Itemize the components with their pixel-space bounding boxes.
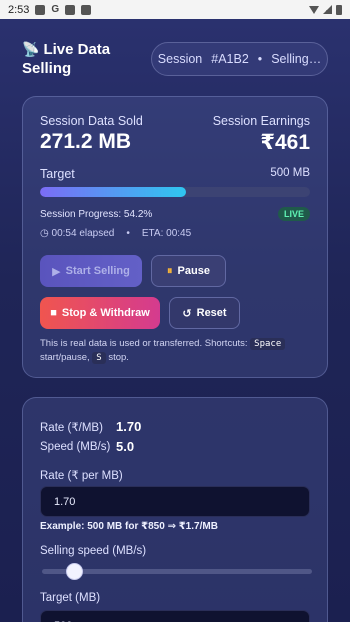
timing-separator: • <box>126 228 130 239</box>
google-icon: G <box>51 4 60 15</box>
stop-withdraw-button[interactable]: ■ Stop & Withdraw <box>40 297 160 329</box>
target-input[interactable] <box>40 610 310 622</box>
space-key: Space <box>250 338 286 350</box>
app-icon <box>65 4 76 15</box>
speed-slider-label: Selling speed (MB/s) <box>40 545 147 557</box>
session-label: Session <box>157 52 203 66</box>
status-bar-right <box>309 4 342 15</box>
speed-stat-row: Speed (MB/s) 5.0 <box>40 439 134 454</box>
elapsed-text: 00:54 elapsed <box>51 228 115 239</box>
pause-icon: ⏸ <box>167 264 173 277</box>
note-suffix: stop. <box>108 352 129 363</box>
elapsed-time: ◷ 00:54 elapsed <box>40 228 114 239</box>
speed-stat-label: Speed (MB/s) <box>40 440 111 453</box>
target-value: 500 MB <box>270 167 310 179</box>
status-bar-left: 2:53 G <box>8 3 92 16</box>
target-label: Target <box>40 167 75 181</box>
summary-labels-row: Session Data Sold Session Earnings <box>40 114 310 128</box>
status-time: 2:53 <box>8 3 30 16</box>
note-prefix: This is real data is used or transferred… <box>40 338 248 349</box>
session-status-pill[interactable]: Session #A1B2 • Selling… <box>151 42 328 76</box>
rate-input[interactable] <box>40 486 310 517</box>
rate-stat-label: Rate (₹/MB) <box>40 421 103 434</box>
start-selling-label: Start Selling <box>65 265 130 277</box>
reset-button[interactable]: ↺ Reset <box>169 297 240 329</box>
summary-values-row: 271.2 MB ₹461 <box>40 130 310 155</box>
target-field-label: Target (MB) <box>40 592 101 604</box>
shortcuts-note: This is real data is used or transferred… <box>40 337 303 365</box>
pause-button[interactable]: ⏸ Pause <box>151 255 226 287</box>
page-title: 📡 Live Data Selling <box>22 40 132 78</box>
play-icon: ▶ <box>52 265 61 278</box>
progress-text: Session Progress: 54.2% <box>40 208 153 220</box>
s-key: S <box>92 352 106 364</box>
reset-label: Reset <box>196 307 227 319</box>
reset-icon: ↺ <box>182 307 192 320</box>
app-header: 📡 Live Data Selling Session #A1B2 • Selli… <box>22 40 328 78</box>
clock-icon: ◷ <box>40 228 49 239</box>
signal-icon <box>323 5 332 14</box>
rate-stat-value: 1.70 <box>116 419 142 434</box>
data-sold-label: Session Data Sold <box>40 114 143 128</box>
timing-row: ◷ 00:54 elapsed • ETA: 00:45 <box>40 228 310 239</box>
image-icon <box>35 4 46 15</box>
wifi-icon <box>309 5 319 14</box>
speed-stat-value: 5.0 <box>116 439 135 454</box>
stop-withdraw-label: Stop & Withdraw <box>61 307 150 319</box>
pause-label: Pause <box>177 265 210 277</box>
session-summary-card: Session Data Sold Session Earnings 271.2… <box>22 96 328 378</box>
rate-stat-row: Rate (₹/MB) 1.70 <box>40 419 141 434</box>
settings-card: Rate (₹/MB) 1.70 Speed (MB/s) 5.0 Rate (… <box>22 397 328 622</box>
session-separator: • <box>257 52 263 66</box>
earnings-value: ₹461 <box>260 131 310 154</box>
target-row: Target 500 MB <box>40 167 310 181</box>
rate-example-hint: Example: 500 MB for ₹850 ⇒ ₹1.7/MB <box>40 521 218 532</box>
rate-field-label: Rate (₹ per MB) <box>40 470 123 482</box>
progress-row: Session Progress: 54.2% LIVE <box>40 207 310 221</box>
satellite-icon: 📡 <box>22 41 40 57</box>
speed-slider-thumb[interactable] <box>65 563 83 580</box>
live-badge: LIVE <box>277 207 310 221</box>
eta-text: ETA: 00:45 <box>141 228 192 239</box>
wrench-icon <box>81 4 92 15</box>
note-mid: start/pause, <box>40 352 90 363</box>
start-selling-button[interactable]: ▶ Start Selling <box>40 255 142 287</box>
session-id: #A1B2 <box>211 52 249 66</box>
data-sold-value: 271.2 MB <box>40 130 132 153</box>
stop-icon: ■ <box>50 307 57 319</box>
speed-slider[interactable] <box>42 563 312 580</box>
session-status: Selling… <box>271 52 322 66</box>
earnings-label: Session Earnings <box>212 114 310 128</box>
status-bar: 2:53 G <box>0 0 350 19</box>
session-progress-bar <box>40 187 310 197</box>
battery-icon <box>336 4 342 15</box>
session-progress-fill <box>40 187 187 197</box>
